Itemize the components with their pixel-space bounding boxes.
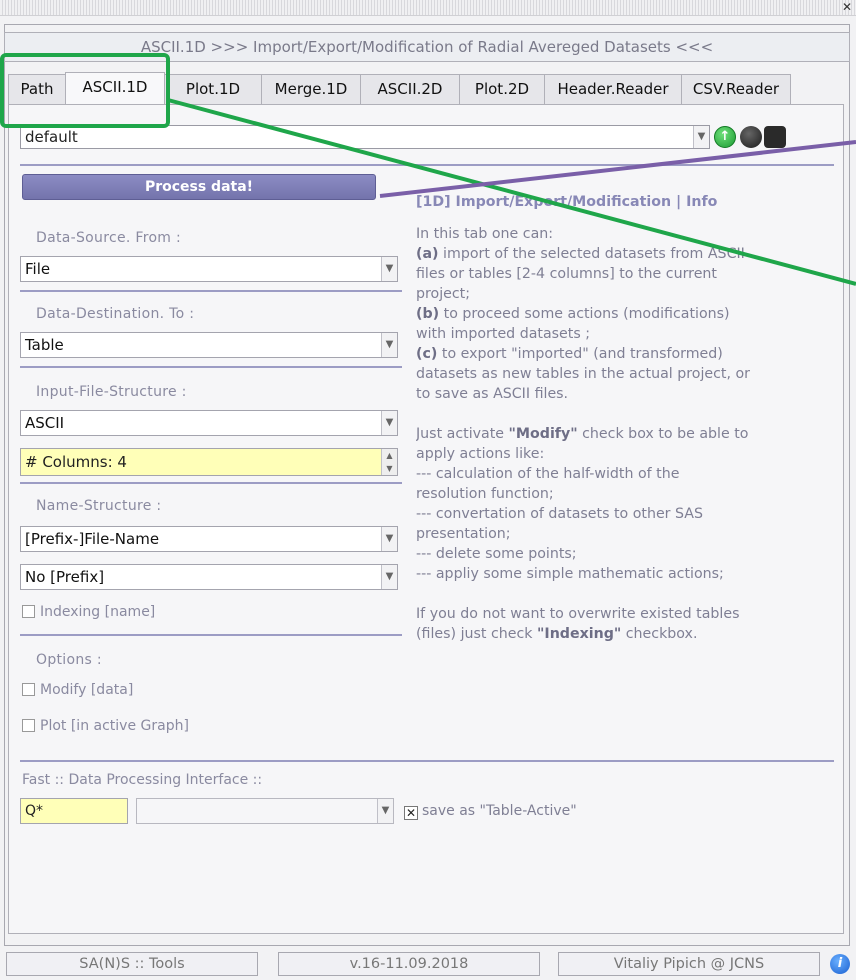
preset-select[interactable]: default ▼ xyxy=(20,125,710,149)
info-line: with imported datasets ; xyxy=(416,326,591,342)
tab-plot-2d[interactable]: Plot.2D xyxy=(459,74,545,104)
info-line: --- calculation of the half-width of the xyxy=(416,466,680,482)
input-structure-select-value: ASCII xyxy=(25,414,65,432)
chevron-down-icon[interactable]: ▼ xyxy=(693,126,709,148)
plot-checkbox-label: Plot [in active Graph] xyxy=(40,718,189,734)
green-arrow-icon[interactable]: ↑ xyxy=(714,126,736,148)
input-structure-select[interactable]: ASCII ▼ xyxy=(20,410,398,436)
tab-csv-reader[interactable]: CSV.Reader xyxy=(681,74,791,104)
info-line: files or tables [2-4 columns] to the cur… xyxy=(416,266,717,282)
process-data-button[interactable]: Process data! xyxy=(22,174,376,200)
checkbox-box[interactable] xyxy=(22,719,35,732)
tab-bar: Path ASCII.1D Plot.1D Merge.1D ASCII.2D … xyxy=(8,72,791,104)
chevron-down-icon[interactable]: ▼ xyxy=(381,565,397,589)
info-line: to save as ASCII files. xyxy=(416,386,569,402)
info-line: (b) to proceed some actions (modificatio… xyxy=(416,306,730,322)
name-structure-select[interactable]: [Prefix-]File-Name ▼ xyxy=(20,526,398,552)
separator xyxy=(20,482,402,484)
fast-query-input[interactable]: Q* xyxy=(20,798,128,824)
options-label: Options : xyxy=(36,652,102,668)
tab-path[interactable]: Path xyxy=(8,74,66,104)
source-select[interactable]: File ▼ xyxy=(20,256,398,282)
status-author: Vitaliy Pipich @ JCNS xyxy=(558,952,820,976)
stepper-buttons[interactable]: ▲ ▼ xyxy=(381,449,397,475)
chevron-down-icon[interactable]: ▼ xyxy=(381,333,397,357)
chevron-down-icon[interactable]: ▼ xyxy=(381,411,397,435)
fast-interface-label: Fast :: Data Processing Interface :: xyxy=(22,772,263,788)
status-version: v.16-11.09.2018 xyxy=(278,952,540,976)
chevron-down-icon[interactable]: ▼ xyxy=(382,462,397,475)
tab-plot-1d[interactable]: Plot.1D xyxy=(164,74,262,104)
chevron-down-icon[interactable]: ▼ xyxy=(377,799,393,823)
fast-action-select[interactable]: ▼ xyxy=(136,798,394,824)
modify-checkbox[interactable]: Modify [data] xyxy=(22,682,133,698)
close-icon[interactable]: ✕ xyxy=(840,0,854,14)
checkbox-box[interactable] xyxy=(22,683,35,696)
name-structure-label: Name-Structure : xyxy=(36,498,162,514)
chevron-down-icon[interactable]: ▼ xyxy=(381,257,397,281)
info-line: datasets as new tables in the actual pro… xyxy=(416,366,751,382)
preset-select-value: default xyxy=(25,128,78,146)
plot-checkbox[interactable]: Plot [in active Graph] xyxy=(22,718,189,734)
window-titlebar: ✕ xyxy=(0,0,856,16)
checkbox-box[interactable] xyxy=(22,605,35,618)
separator xyxy=(20,634,402,636)
input-structure-label: Input-File-Structure : xyxy=(36,384,187,400)
separator xyxy=(20,760,834,762)
info-line: (a) import of the selected datasets from… xyxy=(416,246,745,262)
info-line: presentation; xyxy=(416,526,511,542)
save-table-active-checkbox[interactable]: ✕ save as "Table-Active" xyxy=(404,803,577,820)
tab-ascii-1d[interactable]: ASCII.1D xyxy=(65,72,165,104)
info-line: project; xyxy=(416,286,471,302)
info-line: Just activate "Modify" check box to be a… xyxy=(416,426,749,442)
checkbox-box[interactable]: ✕ xyxy=(404,806,418,820)
tab-merge-1d[interactable]: Merge.1D xyxy=(261,74,361,104)
destination-select-value: Table xyxy=(25,336,64,354)
indexing-checkbox-label: Indexing [name] xyxy=(40,604,156,620)
indexing-checkbox[interactable]: Indexing [name] xyxy=(22,604,155,620)
destination-select[interactable]: Table ▼ xyxy=(20,332,398,358)
fast-query-input-value: Q* xyxy=(25,803,44,819)
tab-header-reader[interactable]: Header.Reader xyxy=(544,74,682,104)
page-title: ASCII.1D >>> Import/Export/Modification … xyxy=(4,32,850,62)
info-line: apply actions like: xyxy=(416,446,545,462)
record-icon[interactable] xyxy=(740,126,762,148)
separator xyxy=(20,290,402,292)
info-panel: [1D] Import/Export/Modification | Info I… xyxy=(416,192,836,742)
info-line: --- appliy some simple mathematic action… xyxy=(416,566,724,582)
info-line: (files) just check "Indexing" checkbox. xyxy=(416,626,698,642)
info-line: (c) to export "imported" (and transforme… xyxy=(416,346,723,362)
columns-stepper[interactable]: # Columns: 4 ▲ ▼ xyxy=(20,448,398,476)
modify-checkbox-label: Modify [data] xyxy=(40,682,134,698)
info-line: --- delete some points; xyxy=(416,546,577,562)
name-structure-select-value: [Prefix-]File-Name xyxy=(25,530,160,548)
prefix-select-value: No [Prefix] xyxy=(25,568,105,586)
save-table-active-label: save as "Table-Active" xyxy=(422,803,577,819)
destination-label: Data-Destination. To : xyxy=(36,306,195,322)
separator xyxy=(20,164,834,166)
chevron-down-icon[interactable]: ▼ xyxy=(381,527,397,551)
source-label: Data-Source. From : xyxy=(36,230,182,246)
info-title: [1D] Import/Export/Modification | Info xyxy=(416,194,718,210)
info-icon[interactable]: i xyxy=(830,954,850,974)
save-icon[interactable] xyxy=(764,126,786,148)
info-line: If you do not want to overwrite existed … xyxy=(416,606,740,622)
status-left: SA(N)S :: Tools xyxy=(6,952,258,976)
columns-stepper-value: # Columns: 4 xyxy=(25,453,127,471)
separator xyxy=(20,366,402,368)
info-line: resolution function; xyxy=(416,486,554,502)
info-line: In this tab one can: xyxy=(416,226,554,242)
prefix-select[interactable]: No [Prefix] ▼ xyxy=(20,564,398,590)
tab-ascii-2d[interactable]: ASCII.2D xyxy=(360,74,460,104)
chevron-up-icon[interactable]: ▲ xyxy=(382,449,397,462)
source-select-value: File xyxy=(25,260,51,278)
info-line: --- convertation of datasets to other SA… xyxy=(416,506,704,522)
